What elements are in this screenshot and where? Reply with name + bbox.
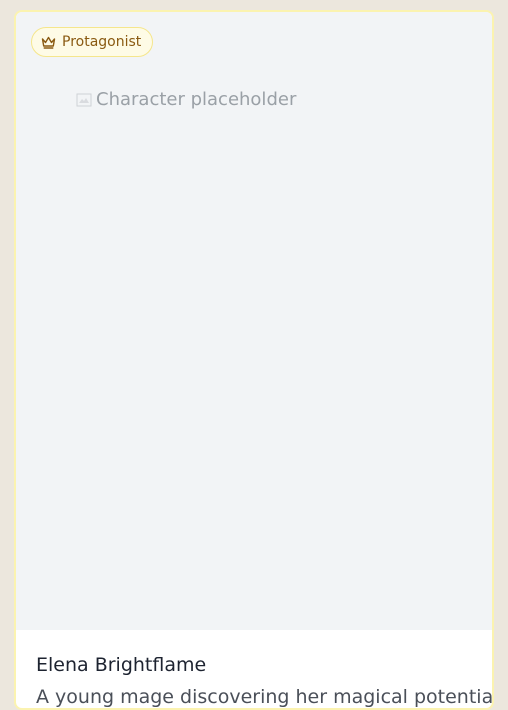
character-description: A young mage discovering her magical pot…: [36, 686, 494, 708]
character-image: Character placeholder: [76, 89, 296, 110]
character-image-area: Protagonist Character placeholder: [16, 12, 492, 630]
role-badge: Protagonist: [31, 27, 154, 57]
image-alt-text: Character placeholder: [96, 89, 297, 110]
role-badge-label: Protagonist: [62, 34, 142, 50]
crown-icon: [41, 36, 56, 49]
character-name: Elena Brightflame: [36, 654, 207, 676]
character-card[interactable]: Protagonist Character placeholder Elena …: [14, 10, 494, 710]
broken-image-icon: [76, 92, 92, 108]
character-info: Elena Brightflame A young mage discoveri…: [16, 630, 494, 708]
